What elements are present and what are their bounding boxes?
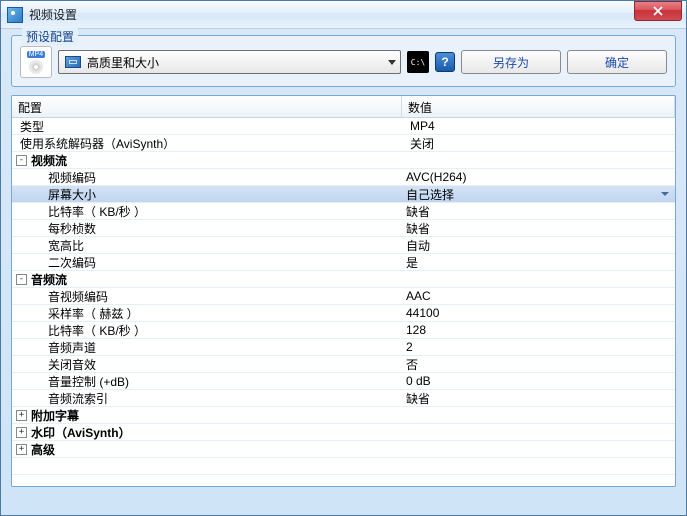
- property-label: 每秒桢数: [48, 220, 96, 237]
- property-value[interactable]: 自动: [402, 237, 675, 254]
- close-button[interactable]: [634, 1, 682, 21]
- property-value[interactable]: AVC(H264): [402, 170, 675, 184]
- table-row[interactable]: 类型 MP4: [12, 118, 675, 135]
- property-value[interactable]: 否: [402, 356, 675, 373]
- window-title: 视频设置: [29, 6, 77, 23]
- expand-icon[interactable]: +: [16, 444, 27, 455]
- group-label: 音频流: [31, 271, 67, 288]
- chevron-down-icon: [388, 60, 396, 65]
- table-row[interactable]: 二次编码 是: [12, 254, 675, 271]
- property-label: 比特率（ KB/秒 ）: [48, 203, 146, 220]
- table-row[interactable]: 视频编码 AVC(H264): [12, 169, 675, 186]
- table-row[interactable]: 每秒桢数 缺省: [12, 220, 675, 237]
- table-row[interactable]: + 高级: [12, 441, 675, 458]
- titlebar: 视频设置: [1, 1, 686, 29]
- grid-body: 类型MP4使用系统解码器（AviSynth）关闭-视频流视频编码AVC(H264…: [12, 118, 675, 475]
- property-value[interactable]: 缺省: [402, 203, 675, 220]
- property-label: 视频编码: [48, 169, 96, 186]
- collapse-icon[interactable]: -: [16, 274, 27, 285]
- table-row[interactable]: 音频流索引 缺省: [12, 390, 675, 407]
- cmd-button[interactable]: C:\: [407, 51, 429, 73]
- mp4-tag: MP4: [27, 51, 45, 58]
- preset-combo-text: 高质里和大小: [87, 54, 388, 71]
- header-config[interactable]: 配置: [12, 96, 402, 117]
- table-row[interactable]: 使用系统解码器（AviSynth） 关闭: [12, 135, 675, 152]
- grid-header: 配置 数值: [12, 96, 675, 118]
- preset-fieldset: 预设配置 MP4 高质里和大小 C:\ ? 另存为 确定: [11, 35, 676, 87]
- table-row[interactable]: 宽高比 自动: [12, 237, 675, 254]
- table-row[interactable]: 音视频编码 AAC: [12, 288, 675, 305]
- property-label: 音视频编码: [48, 288, 108, 305]
- chevron-down-icon[interactable]: [661, 192, 669, 196]
- collapse-icon[interactable]: -: [16, 155, 27, 166]
- property-value[interactable]: 缺省: [402, 220, 675, 237]
- expand-icon[interactable]: +: [16, 427, 27, 438]
- property-label: 屏幕大小: [48, 186, 96, 203]
- property-grid: 配置 数值 类型MP4使用系统解码器（AviSynth）关闭-视频流视频编码AV…: [11, 95, 676, 487]
- table-row[interactable]: 屏幕大小 自己选择: [12, 186, 675, 203]
- property-value[interactable]: 缺省: [402, 390, 675, 407]
- property-label: 宽高比: [48, 237, 84, 254]
- disc-icon: [29, 60, 43, 74]
- group-label: 附加字幕: [31, 407, 79, 424]
- preset-legend: 预设配置: [22, 28, 78, 45]
- property-value[interactable]: 自己选择: [402, 186, 675, 203]
- property-label: 音频声道: [48, 339, 96, 356]
- property-value[interactable]: 2: [402, 340, 675, 354]
- property-label: 使用系统解码器（AviSynth）: [20, 135, 175, 152]
- property-label: 音量控制 (+dB): [48, 373, 129, 390]
- property-label: 比特率（ KB/秒 ）: [48, 322, 146, 339]
- table-row[interactable]: + 水印（AviSynth）: [12, 424, 675, 441]
- property-value[interactable]: 0 dB: [402, 374, 675, 388]
- save-as-button[interactable]: 另存为: [461, 50, 561, 74]
- close-icon: [653, 6, 663, 16]
- property-label: 类型: [20, 118, 44, 135]
- table-row[interactable]: 比特率（ KB/秒 ） 缺省: [12, 203, 675, 220]
- video-icon: [65, 56, 81, 68]
- table-row[interactable]: 采样率（ 赫兹 ） 44100: [12, 305, 675, 322]
- table-row: [12, 458, 675, 475]
- group-label: 水印（AviSynth）: [31, 424, 131, 441]
- help-button[interactable]: ?: [435, 52, 455, 72]
- header-value[interactable]: 数值: [402, 96, 675, 117]
- property-value[interactable]: AAC: [402, 289, 675, 303]
- table-row[interactable]: -音频流: [12, 271, 675, 288]
- property-label: 关闭音效: [48, 356, 96, 373]
- group-label: 视频流: [31, 152, 67, 169]
- group-label: 高级: [31, 441, 55, 458]
- property-value[interactable]: 是: [402, 254, 675, 271]
- table-row[interactable]: + 附加字幕: [12, 407, 675, 424]
- property-label: 音频流索引: [48, 390, 108, 407]
- table-row[interactable]: 关闭音效 否: [12, 356, 675, 373]
- table-row[interactable]: 音量控制 (+dB) 0 dB: [12, 373, 675, 390]
- preset-format-icon: MP4: [20, 46, 52, 78]
- window: 视频设置 预设配置 MP4 高质里和大小 C:\ ? 另存为 确定: [0, 0, 687, 516]
- preset-combo[interactable]: 高质里和大小: [58, 50, 401, 74]
- table-row[interactable]: 音频声道 2: [12, 339, 675, 356]
- property-value[interactable]: MP4: [406, 119, 675, 133]
- property-label: 二次编码: [48, 254, 96, 271]
- table-row[interactable]: -视频流: [12, 152, 675, 169]
- property-label: 采样率（ 赫兹 ）: [48, 305, 139, 322]
- property-value[interactable]: 128: [402, 323, 675, 337]
- ok-button[interactable]: 确定: [567, 50, 667, 74]
- app-icon: [7, 7, 23, 23]
- expand-icon[interactable]: +: [16, 410, 27, 421]
- property-value[interactable]: 关闭: [406, 135, 675, 152]
- table-row[interactable]: 比特率（ KB/秒 ） 128: [12, 322, 675, 339]
- preset-row: MP4 高质里和大小 C:\ ? 另存为 确定: [20, 46, 667, 78]
- property-value[interactable]: 44100: [402, 306, 675, 320]
